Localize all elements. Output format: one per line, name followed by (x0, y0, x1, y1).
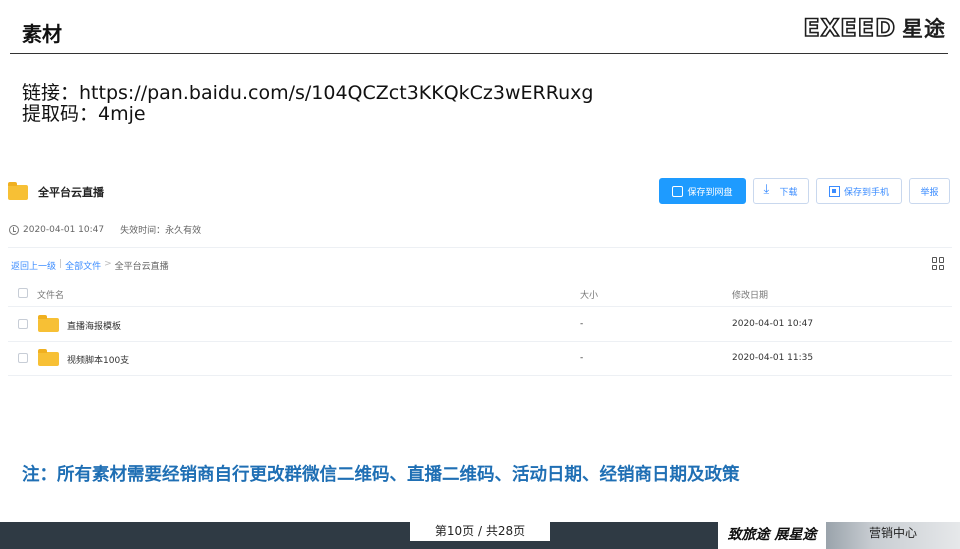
breadcrumb-divider: | (59, 259, 63, 269)
download-icon (763, 182, 775, 197)
breadcrumb-arrow: > (104, 259, 112, 269)
breadcrumb: 返回上一级 | 全部文件 > 全平台云直播 (11, 259, 169, 272)
column-name[interactable]: 文件名 (37, 288, 64, 301)
folder-icon (38, 349, 59, 366)
baidu-pan-share-panel: 全平台云直播 保存到网盘 下载 保存到手机 举报 2020-04-01 10:4… (0, 170, 960, 382)
folder-icon (38, 315, 59, 332)
report-label: 举报 (920, 187, 939, 198)
save-icon (672, 185, 684, 197)
extraction-code-text: 提取码：4mje (22, 103, 146, 125)
save-to-phone-button[interactable]: 保存到手机 (816, 178, 902, 204)
department-label: 营销中心 (826, 522, 960, 549)
row-checkbox[interactable] (18, 353, 28, 363)
header-divider (10, 53, 948, 54)
breadcrumb-current: 全平台云直播 (114, 262, 169, 272)
divider (8, 247, 952, 248)
download-label: 下载 (779, 187, 798, 198)
table-row[interactable]: 视频脚本100支 - 2020-04-01 11:35 (8, 341, 952, 375)
share-expiry: 失效时间：永久有效 (120, 226, 202, 236)
share-title: 全平台云直播 (38, 186, 104, 199)
table-row[interactable]: 直播海报模板 - 2020-04-01 10:47 (8, 307, 952, 341)
save-to-phone-label: 保存到手机 (843, 187, 889, 198)
save-to-netdisk-label: 保存到网盘 (687, 187, 733, 198)
breadcrumb-back-link[interactable]: 返回上一级 (11, 259, 56, 272)
file-size: - (580, 353, 584, 363)
file-table-header: 文件名 大小 修改日期 (8, 276, 952, 310)
folder-icon (8, 181, 28, 200)
brand-logo: EXEED 星途 (803, 13, 946, 43)
divider (8, 375, 952, 376)
file-modified: 2020-04-01 10:47 (732, 319, 814, 329)
material-note: 注：所有素材需要经销商自行更改群微信二维码、直播二维码、活动日期、经销商日期及政… (22, 465, 740, 485)
brand-logo-cn: 星途 (902, 17, 946, 41)
file-name[interactable]: 视频脚本100支 (67, 353, 129, 366)
brand-logo-en: EXEED (803, 13, 896, 43)
select-all-checkbox[interactable] (18, 288, 28, 298)
file-size: - (580, 319, 584, 329)
breadcrumb-all-files-link[interactable]: 全部文件 (65, 259, 101, 272)
slide-title: 素材 (22, 22, 62, 46)
page-indicator: 第10页 / 共28页 (410, 522, 550, 541)
report-button[interactable]: 举报 (909, 178, 950, 204)
qr-code-icon (828, 185, 840, 197)
download-button[interactable]: 下载 (753, 178, 809, 204)
slogan: 致旅途 展星途 (718, 522, 826, 549)
clock-icon (9, 224, 19, 235)
column-size[interactable]: 大小 (580, 288, 598, 301)
share-meta: 2020-04-01 10:47 失效时间：永久有效 (9, 223, 201, 236)
file-modified: 2020-04-01 11:35 (732, 353, 814, 363)
save-to-netdisk-button[interactable]: 保存到网盘 (659, 178, 746, 204)
column-modified[interactable]: 修改日期 (732, 288, 768, 301)
grid-view-icon[interactable] (932, 257, 945, 270)
share-created-time: 2020-04-01 10:47 (23, 224, 105, 235)
share-link-text[interactable]: 链接：https://pan.baidu.com/s/104QCZct3KKQk… (22, 83, 593, 104)
link-block: 链接：https://pan.baidu.com/s/104QCZct3KKQk… (22, 83, 593, 125)
row-checkbox[interactable] (18, 319, 28, 329)
file-name[interactable]: 直播海报模板 (67, 319, 121, 332)
share-header: 全平台云直播 (8, 181, 104, 200)
